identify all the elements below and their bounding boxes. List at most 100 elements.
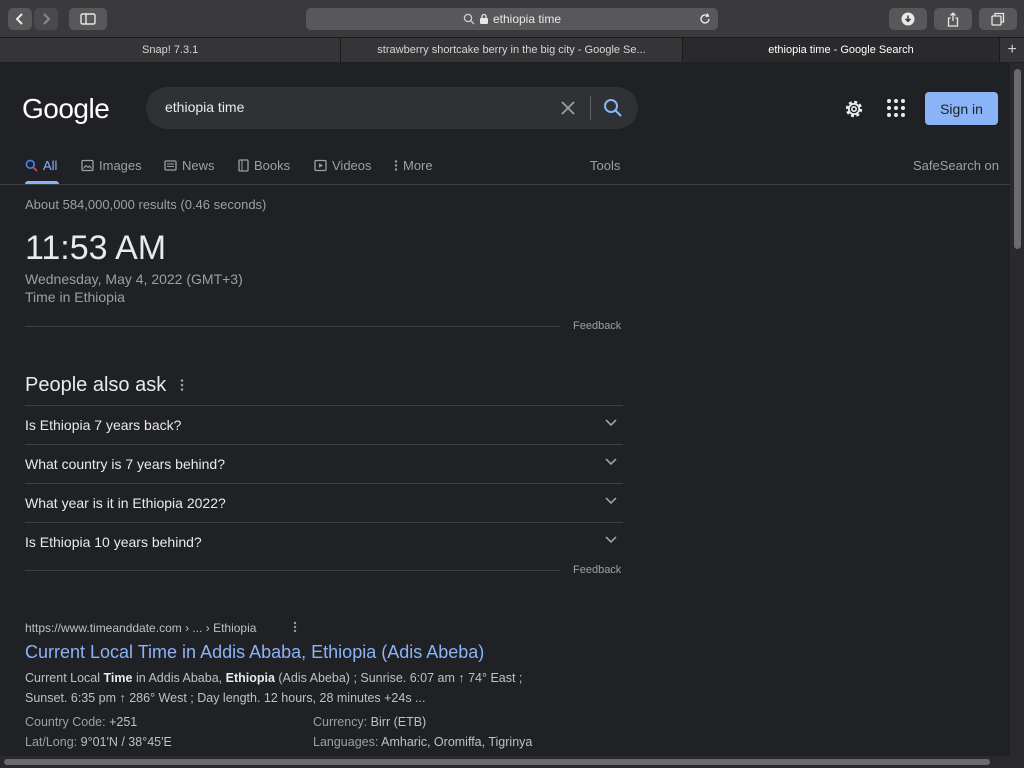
tools-button[interactable]: Tools [590,158,620,173]
more-options-icon[interactable] [292,621,298,633]
tab-label: Snap! 7.3.1 [142,44,199,56]
share-button[interactable] [934,8,972,30]
book-icon [238,159,249,172]
horizontal-scrollbar[interactable] [0,756,1024,768]
address-bar[interactable]: ethiopia time [306,8,718,30]
fact-value: +251 [109,715,138,729]
chevron-down-icon [605,497,617,505]
divider [25,326,560,327]
tab-label: strawberry shortcake berry in the big ci… [377,44,646,56]
apps-grid-icon[interactable] [886,98,906,118]
reload-icon[interactable] [698,12,712,26]
more-options-icon[interactable] [178,378,186,392]
image-icon [81,159,94,172]
active-tab-indicator [25,181,59,184]
people-also-ask-heading: People also ask [25,374,167,396]
more-vertical-icon [394,160,398,171]
tab-snap[interactable]: Snap! 7.3.1 [0,38,342,62]
sign-in-button[interactable]: Sign in [925,92,998,125]
tab-label: News [182,158,215,173]
snippet-text: in Addis Ababa, [132,671,226,685]
snippet-bold: Ethiopia [225,671,275,685]
tab-label: Books [254,158,291,173]
divider [25,570,560,571]
tab-label: All [43,158,58,173]
search-box[interactable]: ethiopia time [146,87,638,129]
tab-news[interactable]: News [164,158,215,173]
video-icon [314,159,327,172]
download-icon [901,12,915,26]
google-logo[interactable]: Google [22,93,110,125]
scrollbar-thumb[interactable] [1014,69,1021,249]
fact-value: Amharic, Oromiffa, Tigrinya [381,735,533,749]
current-date: Wednesday, May 4, 2022 (GMT+3) [25,271,243,287]
result-snippet: Current Local Time in Addis Ababa, Ethio… [25,668,565,708]
tab-label: Images [99,158,142,173]
tab-overview-button[interactable] [979,8,1017,30]
new-tab-button[interactable]: + [1000,38,1024,62]
fact-label: Lat/Long: [25,735,78,749]
tab-images[interactable]: Images [81,158,142,173]
question-text: What year is it in Ethiopia 2022? [25,495,226,511]
tab-strawberry-search[interactable]: strawberry shortcake berry in the big ci… [341,38,683,62]
question-row[interactable]: What country is 7 years behind? [25,444,623,483]
fact-country-code: Country Code: +251 [25,715,137,729]
forward-button[interactable] [34,8,58,30]
search-divider [590,96,591,120]
fact-label: Currency: [313,715,368,729]
tab-ethiopia-search[interactable]: ethiopia time - Google Search [682,38,1001,62]
question-row[interactable]: Is Ethiopia 10 years behind? [25,522,623,561]
fact-value: 9°01'N / 38°45'E [80,735,172,749]
current-time: 11:53 AM [25,229,167,267]
plus-icon: + [1007,41,1017,58]
tab-label: More [403,158,433,173]
downloads-button[interactable] [889,8,927,30]
sidebar-toggle-button[interactable] [69,8,107,30]
tab-more[interactable]: More [394,158,433,173]
chevron-down-icon [605,536,617,544]
tabs-overview-icon [991,12,1005,26]
tab-bar: Snap! 7.3.1 strawberry shortcake berry i… [0,38,1024,62]
search-nav: All Images News Books Videos More Tools … [0,149,1010,185]
scrollbar-thumb[interactable] [4,759,990,765]
chevron-down-icon [605,419,617,427]
result-title-link[interactable]: Current Local Time in Addis Ababa, Ethio… [25,642,484,663]
safesearch-status[interactable]: SafeSearch on [913,158,999,173]
search-results-page: Google ethiopia time Sign in All Images … [0,63,1010,756]
tab-label: Videos [332,158,372,173]
tab-label: ethiopia time - Google Search [768,44,914,56]
search-icon [463,13,475,25]
tab-books[interactable]: Books [238,158,290,173]
gear-icon[interactable] [843,98,865,120]
fact-label: Languages: [313,735,379,749]
clear-icon[interactable] [558,98,578,118]
result-stats: About 584,000,000 results (0.46 seconds) [25,197,267,212]
snippet-text: Current Local [25,671,104,685]
search-icon [25,159,38,172]
fact-currency: Currency: Birr (ETB) [313,715,426,729]
sidebar-icon [80,13,96,25]
tab-all[interactable]: All [25,158,57,173]
chevron-left-icon [15,13,23,25]
fact-languages: Languages: Amharic, Oromiffa, Tigrinya [313,735,532,749]
tab-videos[interactable]: Videos [314,158,372,173]
result-url[interactable]: https://www.timeanddate.com › ... › Ethi… [25,621,256,635]
question-text: Is Ethiopia 10 years behind? [25,534,202,550]
feedback-link[interactable]: Feedback [573,320,621,332]
news-icon [164,160,177,171]
question-text: What country is 7 years behind? [25,456,225,472]
lock-icon [479,13,488,24]
browser-toolbar: ethiopia time [0,0,1024,38]
address-text: ethiopia time [492,12,562,26]
feedback-link[interactable]: Feedback [573,564,621,576]
back-button[interactable] [8,8,32,30]
fact-value: Birr (ETB) [370,715,427,729]
question-row[interactable]: What year is it in Ethiopia 2022? [25,483,623,522]
vertical-scrollbar[interactable] [1010,63,1024,756]
question-row[interactable]: Is Ethiopia 7 years back? [25,405,623,444]
search-icon[interactable] [602,97,624,119]
time-location: Time in Ethiopia [25,289,125,305]
snippet-bold: Time [103,671,133,685]
question-text: Is Ethiopia 7 years back? [25,417,182,433]
search-input[interactable]: ethiopia time [165,99,244,115]
